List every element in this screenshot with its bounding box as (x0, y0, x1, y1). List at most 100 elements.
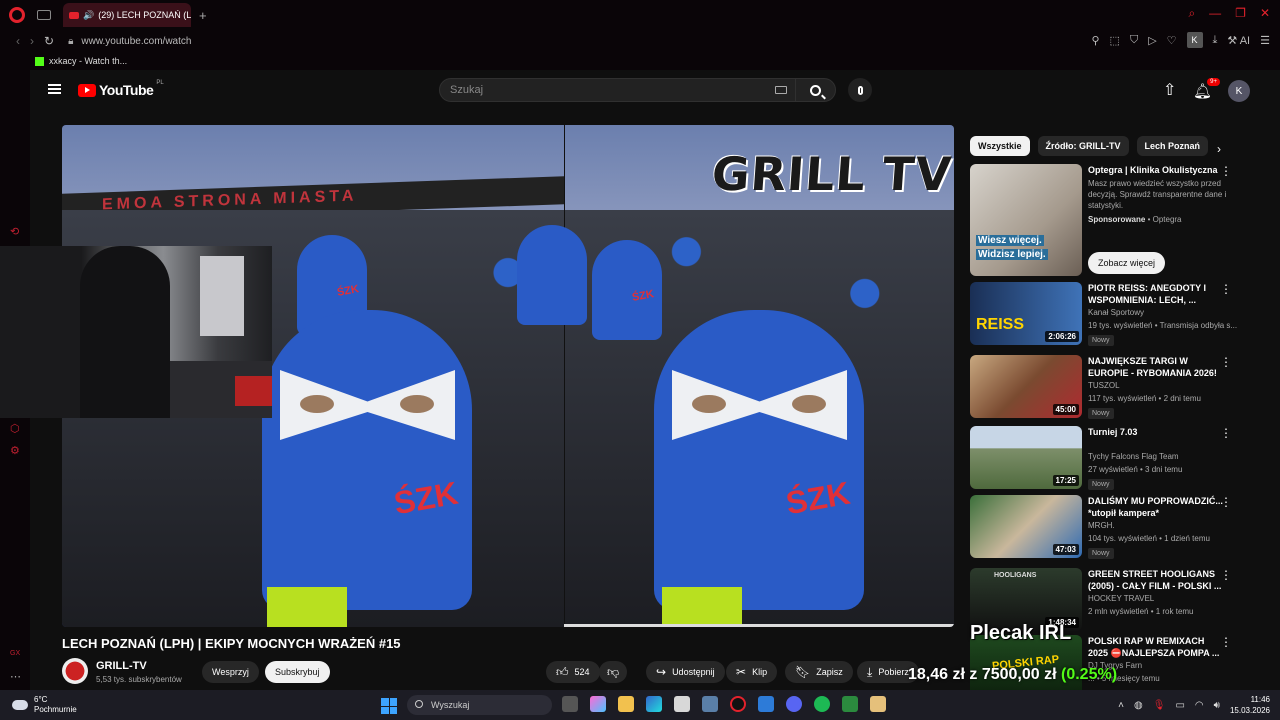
photos-icon[interactable] (702, 696, 718, 712)
more-icon[interactable]: ⋯ (10, 670, 22, 683)
save-button[interactable]: 🔖︎ Zapisz (785, 661, 853, 683)
browser-tab-active[interactable]: 🔊 (29) LECH POZNAŃ (LI × (63, 3, 191, 27)
notifications-bell-icon[interactable]: 🔔︎ 9+ (1193, 78, 1220, 100)
download-icon[interactable]: ⤓ (1213, 34, 1218, 47)
heart-icon[interactable]: ♡ (1167, 34, 1177, 47)
keyboard-icon[interactable] (775, 86, 787, 94)
list-item[interactable]: 17:25 Turniej 7.03 Tychy Falcons Flag Te… (970, 426, 1240, 490)
more-options-icon[interactable]: ⋮ (1220, 164, 1232, 178)
more-options-icon[interactable]: ⋮ (1220, 355, 1232, 369)
account-icon[interactable]: K (1186, 32, 1203, 48)
subscribe-button[interactable]: Subskrybuj (265, 661, 330, 683)
forward-icon[interactable]: › (30, 34, 34, 48)
search-button[interactable] (795, 79, 835, 101)
tab-title: (29) LECH POZNAŃ (LI (98, 10, 191, 20)
spotify-icon[interactable] (814, 696, 830, 712)
aria-ai-button[interactable]: ⚒ AI (1227, 34, 1250, 47)
header-actions: 🔔︎9+ K (1163, 78, 1250, 102)
hamburger-menu-icon[interactable] (48, 84, 61, 94)
minimize-icon[interactable]: — (1209, 6, 1221, 21)
copilot-icon[interactable] (590, 696, 606, 712)
notes-icon[interactable] (870, 696, 886, 712)
edge-icon[interactable] (646, 696, 662, 712)
wifi-icon[interactable]: ◠ (1195, 700, 1204, 711)
mail-icon[interactable] (758, 696, 774, 712)
voice-search-button[interactable] (848, 78, 872, 102)
channel-name[interactable]: GRILL-TV (96, 660, 147, 672)
search-tabs-icon[interactable]: ⌕ (1188, 6, 1195, 21)
player-icon[interactable]: ▷ (1148, 34, 1156, 47)
new-tab-button[interactable]: + (199, 8, 207, 23)
workspaces-icon[interactable] (37, 10, 51, 20)
url-field[interactable]: www.youtube.com/watch (81, 36, 191, 47)
taskbar-search[interactable]: Wyszukaj (407, 695, 552, 715)
list-item[interactable]: REISS 2:06:26 PIOTR REISS: ANEGDOTY I WS… (970, 282, 1240, 346)
list-item[interactable]: 45:00 NAJWIĘKSZE TARGI W EUROPIE - RYBOM… (970, 355, 1240, 419)
settings-icon[interactable]: ⚙ (10, 444, 22, 457)
menu-icon[interactable]: ☰ (1260, 34, 1270, 47)
network-icon[interactable]: ◍ (1134, 700, 1143, 711)
shield-icon[interactable]: ⛉ (1130, 34, 1138, 47)
history-icon[interactable]: ⟲ (10, 225, 22, 238)
microphone-icon[interactable]: 🎙︎ (1153, 700, 1166, 711)
restore-icon[interactable]: ❐ (1235, 6, 1246, 21)
video-thumbnail[interactable]: 45:00 (970, 355, 1082, 418)
cloud-icon[interactable] (12, 700, 28, 710)
video-thumbnail[interactable]: 47:03 (970, 495, 1082, 558)
weather-widget[interactable]: 6°C Pochmurnie (34, 695, 77, 715)
pin-icon[interactable]: ⚲ (1091, 34, 1099, 47)
list-item[interactable]: 47:03 DALIŚMY MU POPROWADZIĆ... *utopił … (970, 495, 1240, 559)
more-options-icon[interactable]: ⋮ (1220, 635, 1232, 649)
chip-all[interactable]: Wszystkie (970, 136, 1030, 156)
chip-lech[interactable]: Lech Poznań (1136, 136, 1209, 156)
search-box[interactable]: Szukaj (439, 78, 836, 102)
share-button[interactable]: ↪ Udostępnij (646, 661, 725, 683)
reload-icon[interactable]: ↻ (44, 34, 54, 48)
more-options-icon[interactable]: ⋮ (1220, 426, 1232, 440)
ad-title[interactable]: Optegra | Klinika Okulistyczna (1088, 164, 1223, 176)
more-options-icon[interactable]: ⋮ (1220, 495, 1232, 509)
terminal-icon[interactable] (842, 696, 858, 712)
task-view-icon[interactable] (562, 696, 578, 712)
extensions-icon[interactable]: ⬡ (10, 422, 22, 435)
dislike-button[interactable]: 👎︎ (599, 661, 628, 683)
snapshot-icon[interactable]: ⬚ (1110, 34, 1120, 47)
display-icon[interactable]: ▭ (1175, 700, 1184, 711)
chevron-right-icon[interactable]: › (1217, 142, 1221, 156)
avatar[interactable]: K (1228, 80, 1250, 102)
youtube-logo[interactable]: YouTube PL (78, 80, 164, 98)
lock-icon[interactable]: 🔒︎ (68, 36, 73, 47)
tray-chevron-icon[interactable]: ˄ (1118, 700, 1124, 711)
video-progress-bar[interactable] (564, 624, 954, 627)
gx-icon[interactable]: GX (10, 650, 22, 662)
address-bar: ‹ › ↻ 🔒︎ www.youtube.com/watch ⚲ ⬚ ⛉ ▷ ♡… (0, 30, 1280, 52)
ad-cta-button[interactable]: Zobacz więcej (1088, 252, 1166, 274)
video-thumbnail[interactable]: 17:25 (970, 426, 1082, 489)
search-input[interactable]: Szukaj (450, 84, 483, 96)
clock[interactable]: 11:46 15.03.2026 (1230, 694, 1270, 716)
more-options-icon[interactable]: ⋮ (1220, 568, 1232, 582)
speaker-icon[interactable]: 🔊 (83, 10, 94, 21)
masked-face-main: ŚZK (262, 310, 472, 610)
chip-source[interactable]: Źródło: GRILL-TV (1037, 136, 1129, 156)
bookmark-item[interactable]: xxkacy - Watch th... (49, 56, 127, 66)
opera-logo-icon[interactable] (9, 7, 25, 23)
back-icon[interactable]: ‹ (16, 34, 20, 48)
store-icon[interactable] (674, 696, 690, 712)
discord-icon[interactable] (786, 696, 802, 712)
more-options-icon[interactable]: ⋮ (1220, 282, 1232, 296)
video-thumbnail[interactable]: REISS 2:06:26 (970, 282, 1082, 345)
channel-avatar[interactable] (62, 658, 88, 684)
create-upload-icon[interactable] (1163, 80, 1177, 100)
windows-start-icon[interactable] (381, 698, 397, 714)
opera-gx-icon[interactable] (730, 696, 746, 712)
ad-thumbnail[interactable]: Wiesz więcej. Widzisz lepiej. (970, 164, 1082, 276)
file-explorer-icon[interactable] (618, 696, 634, 712)
volume-icon[interactable]: 🔊︎ (1214, 700, 1220, 711)
like-button[interactable]: 👍︎ 524 (546, 661, 600, 683)
ad-card[interactable]: Wiesz więcej. Widzisz lepiej. Optegra | … (970, 164, 1240, 276)
clip-button[interactable]: ✂ Klip (726, 661, 778, 683)
support-button[interactable]: Wesprzyj (202, 661, 259, 683)
webcam-keyboard (235, 376, 272, 406)
close-window-icon[interactable]: ✕ (1260, 6, 1270, 21)
